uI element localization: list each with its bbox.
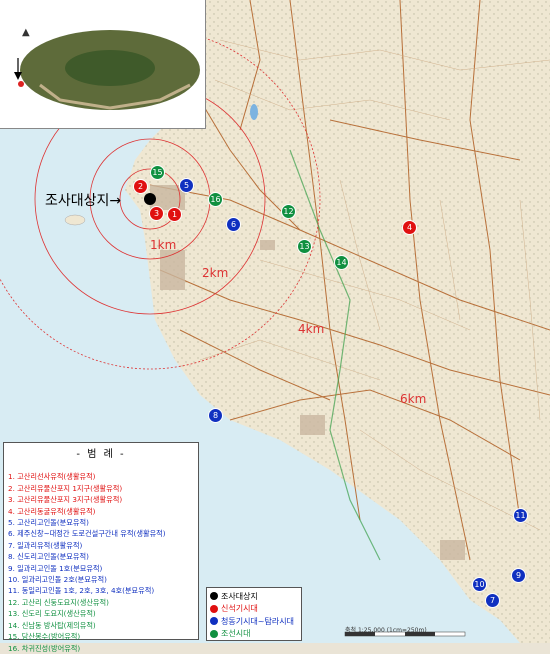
site-marker-9: 9 <box>511 568 526 583</box>
site-marker-15: 15 <box>150 165 165 180</box>
ring-label-2km: 2km <box>202 266 229 280</box>
period-label: 조사대상지 <box>221 591 258 601</box>
scale-text: 축척 1:25,000 (1cm=250m) <box>345 627 427 634</box>
period-dot-icon <box>210 617 218 626</box>
site-marker-14: 14 <box>334 255 349 270</box>
legend-item: 14. 신남동 방사탑(제의유적) <box>8 620 96 630</box>
legend-item: 16. 차귀진성(방어유적) <box>8 643 81 653</box>
site-marker-8: 8 <box>208 408 223 423</box>
site-marker-5: 5 <box>179 178 194 193</box>
period-item: 조사대상지 <box>210 590 298 603</box>
legend-item: 12. 고산리 신둥도요지(생산유적) <box>8 597 109 607</box>
legend-item: 5. 고산리고인돌(분묘유적) <box>8 518 89 528</box>
ring-label-1km: 1km <box>150 238 177 252</box>
legend-item: 2. 고산리유물산포지 1지구(생활유적) <box>8 483 123 493</box>
site-marker-4: 4 <box>402 220 417 235</box>
period-list: 조사대상지신석기시대청동기시대~탐라시대조선시대 <box>210 590 298 640</box>
site-marker-2: 2 <box>133 179 148 194</box>
inset-jeju-map: ▲ <box>0 0 206 129</box>
legend-item: 6. 제주신창~대정간 도로건설구간내 유적(생활유적) <box>8 529 166 539</box>
legend-panel: - 범 례 - 1. 고산리선사유적(생활유적) 2. 고산리유물산포지 1지구(… <box>3 442 199 653</box>
period-dot-icon <box>210 629 218 638</box>
site-marker-6: 6 <box>226 217 241 232</box>
period-item: 청동기시대~탐라시대 <box>210 615 298 628</box>
legend-item: 8. 신도리고인돌(분묘유적) <box>8 552 89 562</box>
site-marker-1: 1 <box>167 207 182 222</box>
period-label: 조선시대 <box>221 629 251 639</box>
site-marker-10: 10 <box>472 577 487 592</box>
period-item: 조선시대 <box>210 628 298 641</box>
legend-item: 9. 일과리고인돌 1호(분묘유적) <box>8 563 103 573</box>
legend-item: 3. 고산리유물산포지 3지구(생활유적) <box>8 495 123 505</box>
site-marker-7: 7 <box>485 593 500 608</box>
island <box>64 214 86 226</box>
pond <box>250 104 258 120</box>
legend-item: 7. 일과리유적(생활유적) <box>8 540 83 550</box>
north-arrow-icon: ▲ <box>22 27 30 38</box>
site-marker-3: 3 <box>149 206 164 221</box>
site-label: 조사대상지→ <box>45 193 122 209</box>
site-marker-11: 11 <box>513 508 528 523</box>
period-label: 청동기시대~탐라시대 <box>221 616 294 626</box>
ring-label-4km: 4km <box>298 322 325 336</box>
site-marker-12: 12 <box>281 204 296 219</box>
site-marker-13: 13 <box>297 239 312 254</box>
inset-island-svg: ▲ <box>14 27 200 110</box>
legend-item: 4. 고산리동굴유적(생활유적) <box>8 506 96 516</box>
legend-item: 1. 고산리선사유적(생활유적) <box>8 472 96 482</box>
site-point <box>144 193 156 205</box>
legend-title: - 범 례 - <box>76 449 126 460</box>
period-dot-icon <box>210 604 218 613</box>
legend-item: 10. 일과리고인돌 2호(분묘유적) <box>8 575 107 585</box>
period-dot-icon <box>210 592 218 601</box>
site-marker-16: 16 <box>208 192 223 207</box>
period-label: 신석기시대 <box>221 604 258 614</box>
ring-label-6km: 6km <box>400 392 427 406</box>
legend-item: 15. 당산봉수(방어유적) <box>8 632 81 642</box>
legend-item: 13. 신도리 도요지(생산유적) <box>8 609 96 619</box>
legend-item: 11. 동일리고인돌 1호, 2호, 3호, 4호(분묘유적) <box>8 586 155 596</box>
period-item: 신석기시대 <box>210 603 298 616</box>
legend-list: 1. 고산리선사유적(생활유적) 2. 고산리유물산포지 1지구(생활유적) 3. … <box>8 471 194 654</box>
period-legend: 조사대상지신석기시대청동기시대~탐라시대조선시대 <box>206 587 302 641</box>
